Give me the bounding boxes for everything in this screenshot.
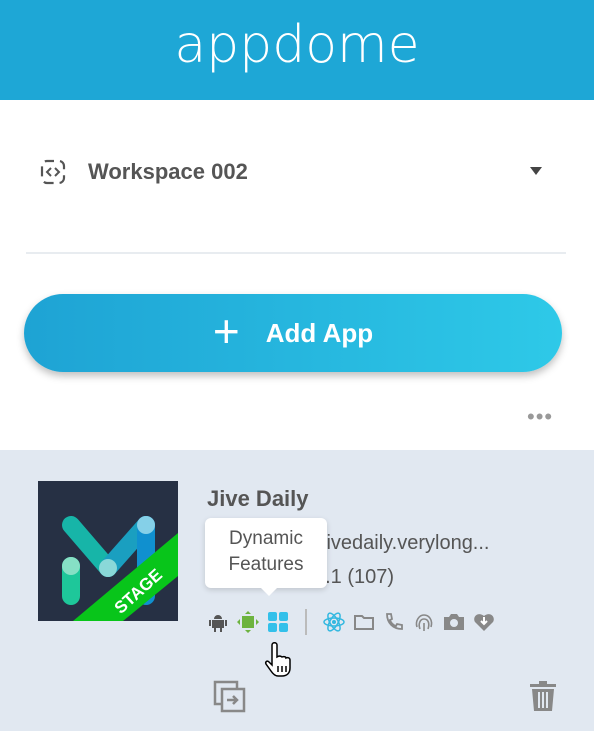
separator: [305, 609, 307, 635]
dynamic-features-icon[interactable]: [267, 611, 289, 633]
app-logo-icon: STAGE: [62, 516, 178, 621]
chevron-down-icon[interactable]: [530, 167, 542, 175]
code-brackets-icon: [40, 159, 66, 185]
tooltip-line: Dynamic: [229, 528, 303, 549]
plus-icon: +: [212, 305, 240, 357]
workspace-selector[interactable]: Workspace 002: [40, 150, 550, 194]
add-app-label: Add App: [265, 317, 374, 348]
app-name[interactable]: Jive Daily: [207, 486, 309, 512]
appdome-logo: appdome: [174, 15, 420, 75]
folder-icon: [354, 615, 374, 630]
appdome-engine-icon: [237, 611, 259, 633]
android-icon: [209, 615, 227, 632]
feature-icons: [207, 609, 495, 635]
header: appdome: [0, 0, 594, 100]
tooltip-line: Features: [228, 554, 304, 575]
heart-download-icon: [474, 614, 494, 631]
tooltip-dynamic-features: Dynamic Features: [205, 518, 327, 596]
workspace-name: Workspace 002: [88, 159, 248, 184]
app-thumbnail[interactable]: STAGE: [38, 481, 178, 621]
phone-icon: [386, 613, 403, 630]
camera-icon: [444, 614, 464, 630]
hand-cursor-icon: [265, 642, 291, 677]
add-app-button[interactable]: + Add App: [24, 294, 562, 372]
trash-icon[interactable]: [529, 680, 557, 712]
more-options-icon[interactable]: •••: [527, 404, 553, 430]
app-package: jivedaily.verylong...: [322, 532, 490, 554]
copy-icon[interactable]: [213, 680, 247, 714]
react-native-icon: [323, 612, 345, 632]
divider: [26, 252, 566, 254]
fingerprint-icon: [415, 614, 433, 631]
